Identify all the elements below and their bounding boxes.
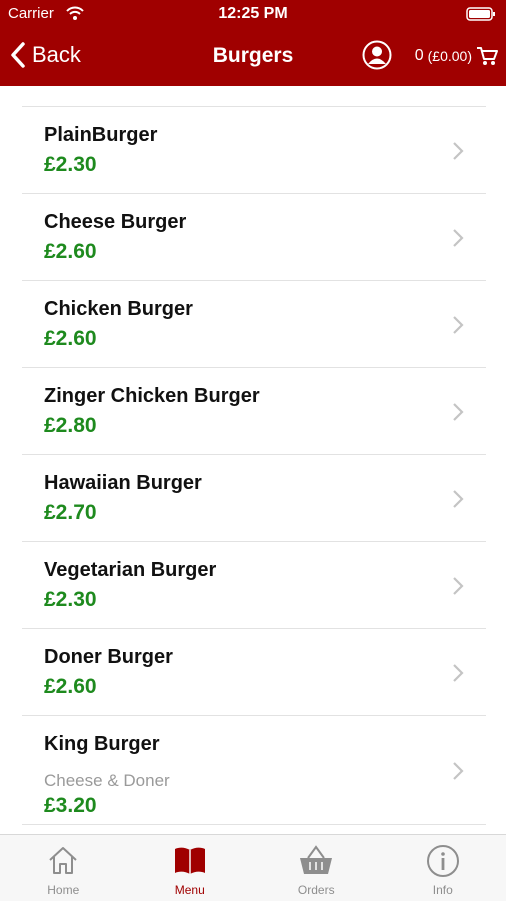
item-name: Chicken Burger: [44, 298, 193, 321]
chevron-right-icon: [452, 761, 464, 781]
list-item[interactable]: Hawaiian Burger £2.70: [22, 455, 486, 542]
item-description: Cheese & Doner: [44, 771, 170, 791]
menu-item-list: PlainBurger £2.30 Cheese Burger £2.60 Ch…: [22, 106, 486, 825]
book-icon: [173, 844, 207, 876]
tab-bar: Home Menu Orders Info: [0, 834, 506, 901]
cart-button[interactable]: 0 (£0.00): [415, 46, 498, 66]
item-name: Zinger Chicken Burger: [44, 385, 260, 408]
nav-bar: Back Burgers 0 (£0.00): [0, 30, 506, 86]
tab-menu[interactable]: Menu: [127, 835, 254, 901]
tab-info[interactable]: Info: [380, 835, 506, 901]
status-time: 12:25 PM: [0, 5, 506, 23]
list-item[interactable]: Doner Burger £2.60: [22, 629, 486, 716]
basket-icon: [298, 844, 334, 876]
item-price: £2.70: [44, 501, 97, 525]
item-name: King Burger: [44, 733, 160, 756]
cart-count: 0: [415, 47, 424, 65]
item-price: £2.30: [44, 153, 97, 177]
status-bar: Carrier 12:25 PM: [0, 0, 506, 30]
chevron-right-icon: [452, 228, 464, 248]
item-price: £2.30: [44, 588, 97, 612]
item-price: £2.80: [44, 414, 97, 438]
battery-icon: [466, 7, 496, 26]
info-icon: [426, 844, 460, 878]
cart-icon: [476, 46, 498, 66]
header: Carrier 12:25 PM Back Burgers: [0, 0, 506, 86]
tab-orders[interactable]: Orders: [253, 835, 380, 901]
item-price: £2.60: [44, 327, 97, 351]
list-item[interactable]: Chicken Burger £2.60: [22, 281, 486, 368]
tab-home[interactable]: Home: [0, 835, 127, 901]
user-icon: [362, 40, 392, 70]
chevron-right-icon: [452, 315, 464, 335]
tab-label: Menu: [127, 883, 254, 897]
tab-label: Info: [380, 883, 506, 897]
item-name: Vegetarian Burger: [44, 559, 216, 582]
account-button[interactable]: [362, 40, 392, 70]
chevron-right-icon: [452, 663, 464, 683]
chevron-right-icon: [452, 402, 464, 422]
list-item[interactable]: King Burger Cheese & Doner £3.20: [22, 716, 486, 825]
list-item[interactable]: Cheese Burger £2.60: [22, 194, 486, 281]
chevron-right-icon: [452, 141, 464, 161]
home-icon: [47, 844, 79, 876]
list-item[interactable]: Vegetarian Burger £2.30: [22, 542, 486, 629]
item-price: £2.60: [44, 675, 97, 699]
item-name: Cheese Burger: [44, 211, 186, 234]
item-price: £3.20: [44, 794, 97, 818]
tab-label: Orders: [253, 883, 380, 897]
chevron-right-icon: [452, 576, 464, 596]
list-item[interactable]: Zinger Chicken Burger £2.80: [22, 368, 486, 455]
item-name: PlainBurger: [44, 124, 157, 147]
item-name: Doner Burger: [44, 646, 173, 669]
list-item[interactable]: PlainBurger £2.30: [22, 107, 486, 194]
tab-label: Home: [0, 883, 127, 897]
cart-total: (£0.00): [428, 48, 472, 64]
chevron-right-icon: [452, 489, 464, 509]
item-price: £2.60: [44, 240, 97, 264]
item-name: Hawaiian Burger: [44, 472, 202, 495]
